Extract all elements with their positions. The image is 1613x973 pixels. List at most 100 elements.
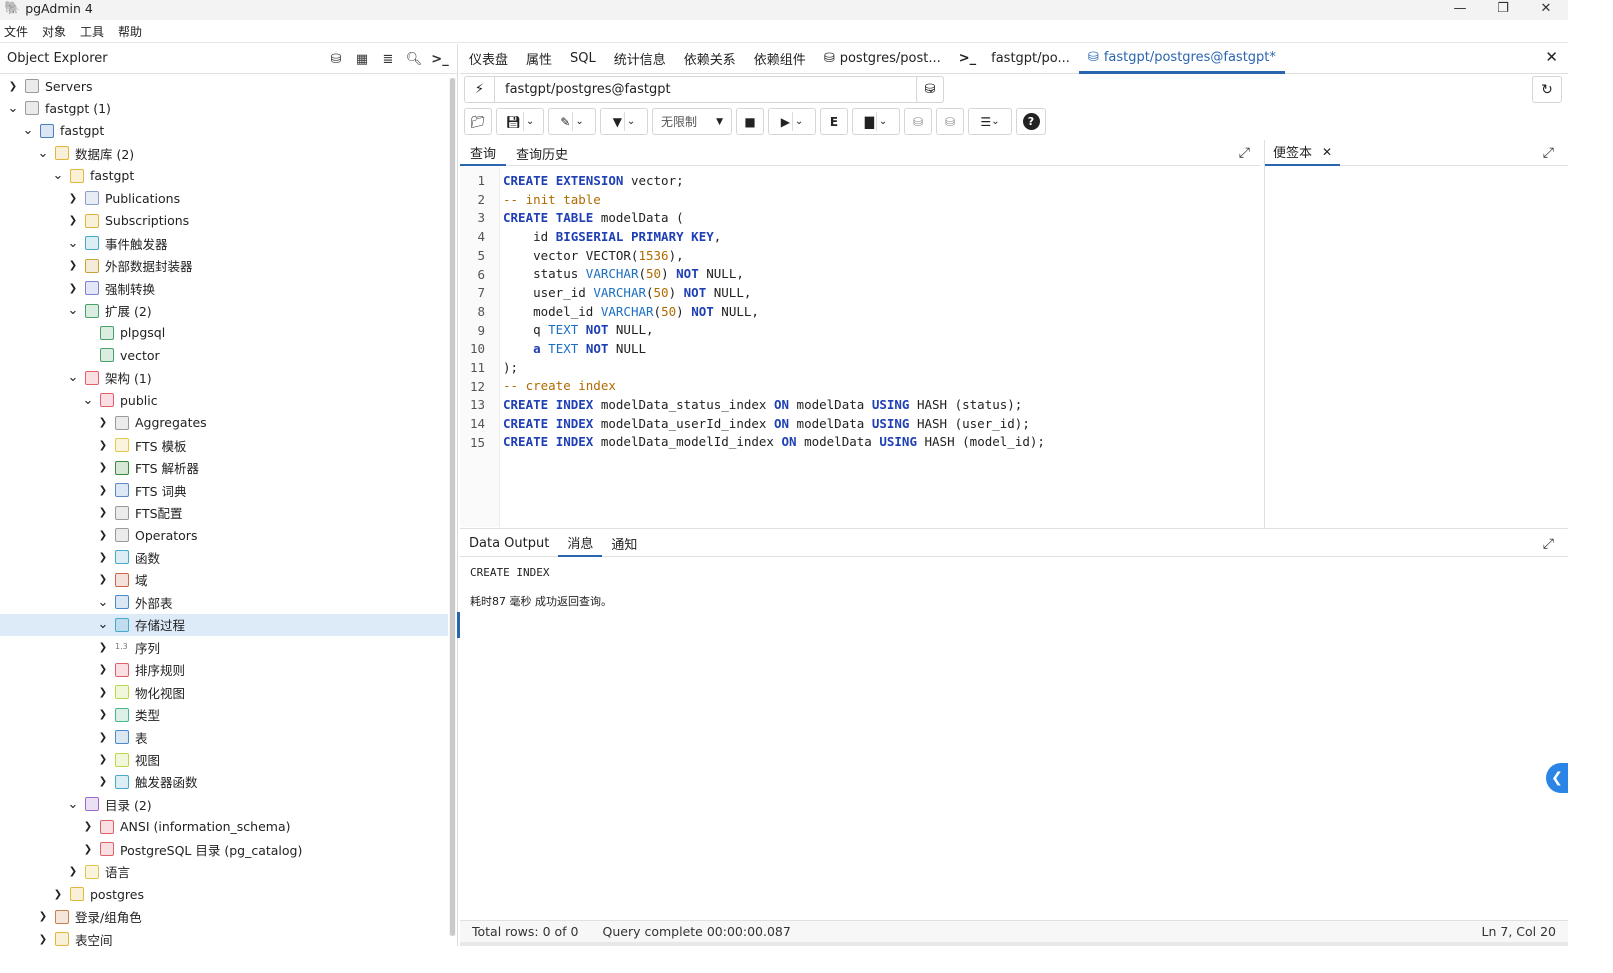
- tree-node[interactable]: ⌄ 数据库 (2): [0, 142, 448, 164]
- chevron-down-icon[interactable]: ⌄: [82, 393, 94, 408]
- chevron-down-icon[interactable]: ⌄: [97, 617, 109, 632]
- tree-node[interactable]: ❯ postgres: [0, 883, 448, 905]
- filter-rows-icon[interactable]: ≣: [377, 48, 399, 70]
- tree-node[interactable]: ⌄ fastgpt (1): [0, 97, 448, 119]
- tree-node[interactable]: ⌄ 扩展 (2): [0, 300, 448, 322]
- chevron-down-icon[interactable]: ⌄: [97, 595, 109, 610]
- tree-node[interactable]: ❯ 登录/组角色: [0, 906, 448, 928]
- tree-node[interactable]: ⌄ 目录 (2): [0, 793, 448, 815]
- new-connection-icon[interactable]: ⛁: [916, 76, 944, 103]
- main-tab[interactable]: ⛁ postgres/post...: [815, 44, 950, 74]
- tree-node[interactable]: ❯ PostgreSQL 目录 (pg_catalog): [0, 838, 448, 860]
- tree-node[interactable]: ❯ 表: [0, 726, 448, 748]
- expand-icon[interactable]: ⤢: [1543, 145, 1568, 161]
- main-tab[interactable]: SQL: [561, 44, 605, 74]
- close-icon[interactable]: ✕: [1322, 145, 1332, 159]
- chevron-right-icon[interactable]: ❯: [97, 664, 109, 675]
- chevron-left-icon[interactable]: ❮: [1546, 763, 1568, 793]
- chevron-right-icon[interactable]: ❯: [37, 911, 49, 922]
- tree-node[interactable]: ❯ 表空间: [0, 928, 448, 946]
- tree-node[interactable]: ❯ 强制转换: [0, 277, 448, 299]
- chevron-right-icon[interactable]: ❯: [52, 889, 64, 900]
- chevron-right-icon[interactable]: ❯: [67, 193, 79, 204]
- tree-node[interactable]: ❯ FTS配置: [0, 502, 448, 524]
- tree-node[interactable]: ❯ Operators: [0, 524, 448, 546]
- tree-node[interactable]: ❯ 外部数据封装器: [0, 255, 448, 277]
- tree-node[interactable]: ❯ 1.3 序列: [0, 636, 448, 658]
- commit-icon[interactable]: ⛁: [904, 108, 932, 135]
- chevron-right-icon[interactable]: ❯: [97, 642, 109, 653]
- minimize-button[interactable]: —: [1440, 0, 1480, 20]
- close-window-button[interactable]: ✕: [1526, 0, 1566, 20]
- chevron-right-icon[interactable]: ❯: [97, 687, 109, 698]
- chevron-right-icon[interactable]: ❯: [97, 754, 109, 765]
- chevron-down-icon[interactable]: ⌄: [37, 146, 49, 161]
- tree-node[interactable]: ❯ FTS 解析器: [0, 457, 448, 479]
- tree-node[interactable]: ❯ 排序规则: [0, 659, 448, 681]
- tree-node[interactable]: vector: [0, 344, 448, 366]
- menu-help[interactable]: 帮助: [118, 23, 142, 40]
- chevron-right-icon[interactable]: ❯: [97, 552, 109, 563]
- help-icon[interactable]: ?: [1016, 108, 1046, 135]
- stop-icon[interactable]: ■: [736, 108, 764, 135]
- chevron-down-icon[interactable]: ⌄: [67, 303, 79, 318]
- execute-button[interactable]: ▶ ⌄: [768, 108, 816, 135]
- tree-node[interactable]: ❯ 函数: [0, 546, 448, 568]
- main-tab[interactable]: 依赖关系: [675, 44, 745, 74]
- restore-button[interactable]: ❐: [1483, 0, 1523, 20]
- explain-analyze-button[interactable]: ▇ ⌄: [852, 108, 900, 135]
- tree-node[interactable]: ⌄ 架构 (1): [0, 367, 448, 389]
- main-tab[interactable]: 仪表盘: [460, 44, 517, 74]
- view-data-icon[interactable]: ▦: [351, 48, 373, 70]
- menu-tools[interactable]: 工具: [80, 23, 104, 40]
- tree-node[interactable]: ❯ Servers: [0, 75, 448, 97]
- connection-selector[interactable]: ⚡︎ fastgpt/postgres@fastgpt ⌄: [464, 76, 944, 103]
- chevron-right-icon[interactable]: ❯: [37, 934, 49, 945]
- horizontal-scrollbar[interactable]: [460, 942, 1568, 946]
- chevron-right-icon[interactable]: ❯: [97, 574, 109, 585]
- tree-node[interactable]: ❯ 类型: [0, 704, 448, 726]
- search-icon[interactable]: 🔍︎: [403, 48, 425, 70]
- tree-node[interactable]: ❯ ANSI (information_schema): [0, 816, 448, 838]
- tab-notifications[interactable]: 通知: [602, 530, 646, 557]
- tab-messages[interactable]: 消息: [558, 530, 603, 557]
- explorer-scrollbar-thumb[interactable]: [450, 78, 455, 936]
- main-tab[interactable]: 属性: [517, 44, 561, 74]
- tree-node[interactable]: ⌄ 外部表: [0, 591, 448, 613]
- main-tab[interactable]: >_ fastgpt/po...: [950, 44, 1079, 74]
- query-tool-icon[interactable]: ⛁: [325, 48, 347, 70]
- explorer-scrollbar[interactable]: [449, 78, 456, 936]
- chevron-right-icon[interactable]: ❯: [97, 732, 109, 743]
- tree-node[interactable]: ⌄ public: [0, 389, 448, 411]
- refresh-icon[interactable]: ↻: [1532, 76, 1562, 103]
- chevron-right-icon[interactable]: ❯: [67, 260, 79, 271]
- close-tab-icon[interactable]: ✕: [1545, 48, 1558, 66]
- chevron-down-icon[interactable]: ⌄: [67, 236, 79, 251]
- psql-tool-icon[interactable]: >_: [429, 48, 451, 70]
- tree-node[interactable]: ❯ 语言: [0, 861, 448, 883]
- tree-node[interactable]: ❯ 视图: [0, 749, 448, 771]
- rollback-icon[interactable]: ⛁: [936, 108, 964, 135]
- main-tab[interactable]: 依赖组件: [745, 44, 815, 74]
- tree-node[interactable]: ❯ FTS 模板: [0, 434, 448, 456]
- chevron-right-icon[interactable]: ❯: [97, 776, 109, 787]
- chevron-right-icon[interactable]: ❯: [97, 417, 109, 428]
- expand-icon[interactable]: ⤢: [1534, 530, 1568, 557]
- tree-node[interactable]: ❯ FTS 词典: [0, 479, 448, 501]
- edit-button[interactable]: ✎ ⌄: [548, 108, 596, 135]
- tab-data-output[interactable]: Data Output: [460, 530, 558, 557]
- chevron-right-icon[interactable]: ❯: [82, 821, 94, 832]
- tree-node[interactable]: ❯ 物化视图: [0, 681, 448, 703]
- filter-button[interactable]: ▼ ⌄: [600, 108, 648, 135]
- chevron-right-icon[interactable]: ❯: [97, 462, 109, 473]
- chevron-down-icon[interactable]: ⌄: [7, 101, 19, 116]
- tree-node[interactable]: ⌄ 事件触发器: [0, 232, 448, 254]
- tree-node[interactable]: ⌄ fastgpt: [0, 120, 448, 142]
- tree-node[interactable]: plpgsql: [0, 322, 448, 344]
- main-tab[interactable]: ⛁ fastgpt/postgres@fastgpt*: [1078, 44, 1285, 74]
- main-tab[interactable]: 统计信息: [605, 44, 675, 74]
- tree-node[interactable]: ❯ Publications: [0, 187, 448, 209]
- save-file-button[interactable]: 💾︎ ⌄: [496, 108, 544, 135]
- tree-node[interactable]: ❯ Subscriptions: [0, 210, 448, 232]
- chevron-right-icon[interactable]: ❯: [97, 507, 109, 518]
